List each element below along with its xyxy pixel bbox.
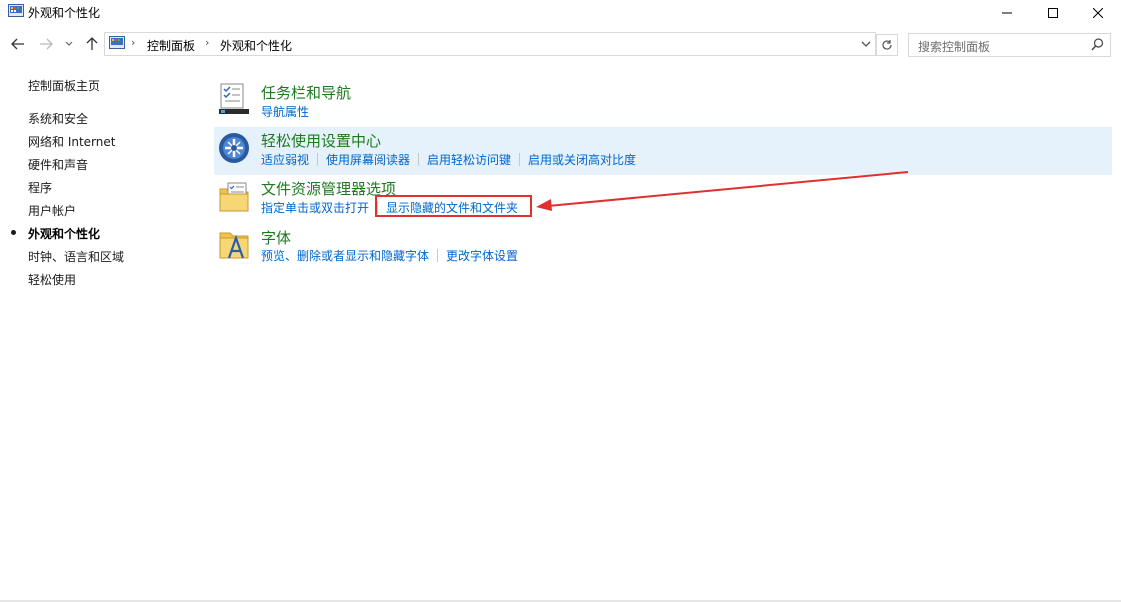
navigation-bar: › 控制面板 › 外观和个性化 搜索控制面板 — [0, 30, 1121, 58]
link-divider — [418, 153, 420, 166]
search-input[interactable]: 搜索控制面板 — [908, 33, 1111, 57]
link-high-contrast[interactable]: 启用或关闭高对比度 — [528, 151, 636, 168]
category-links-ease-of-access: 适应弱视 使用屏幕阅读器 启用轻松访问键 启用或关闭高对比度 — [261, 151, 636, 168]
fonts-icon — [219, 232, 249, 259]
arrow-up-icon — [86, 37, 98, 50]
link-screen-reader[interactable]: 使用屏幕阅读器 — [326, 151, 410, 168]
back-button[interactable] — [8, 34, 28, 54]
link-divider — [519, 153, 521, 166]
address-bar[interactable]: › 控制面板 › 外观和个性化 — [104, 32, 876, 56]
breadcrumb-control-panel[interactable]: 控制面板 — [147, 37, 195, 54]
sidebar-item-clock-region[interactable]: 时钟、语言和区域 — [28, 248, 124, 265]
breadcrumb-separator-icon[interactable]: › — [205, 36, 209, 49]
link-divider — [437, 249, 439, 262]
close-button[interactable] — [1075, 0, 1121, 26]
link-preview-fonts[interactable]: 预览、删除或者显示和隐藏字体 — [261, 247, 429, 264]
category-links-taskbar: 导航属性 — [261, 103, 309, 120]
search-icon[interactable] — [1091, 38, 1104, 51]
category-fonts: 字体 预览、删除或者显示和隐藏字体 更改字体设置 — [214, 224, 1112, 270]
control-panel-icon — [109, 36, 125, 49]
minimize-button[interactable] — [984, 0, 1030, 26]
maximize-button[interactable] — [1030, 0, 1076, 26]
sidebar-item-appearance: 外观和个性化 — [28, 227, 101, 241]
sidebar-item-home[interactable]: 控制面板主页 — [28, 77, 100, 94]
category-title-taskbar[interactable]: 任务栏和导航 — [261, 82, 351, 103]
link-navigation-properties[interactable]: 导航属性 — [261, 103, 309, 120]
control-panel-icon — [8, 4, 24, 17]
sidebar-item-user-accounts[interactable]: 用户帐户 — [28, 202, 76, 219]
sidebar-item-network[interactable]: 网络和 Internet — [28, 133, 115, 150]
taskbar-icon — [219, 83, 249, 114]
breadcrumb-appearance[interactable]: 外观和个性化 — [220, 37, 292, 54]
arrow-left-icon — [11, 38, 24, 50]
search-placeholder: 搜索控制面板 — [918, 40, 991, 54]
minimize-icon — [1002, 12, 1012, 14]
link-single-double-click[interactable]: 指定单击或双击打开 — [261, 199, 369, 216]
category-title-fonts[interactable]: 字体 — [261, 227, 291, 248]
annotation-highlight-box — [375, 195, 532, 217]
link-change-font-settings[interactable]: 更改字体设置 — [446, 247, 518, 264]
sidebar-item-ease-of-access[interactable]: 轻松使用 — [28, 271, 76, 288]
up-button[interactable] — [82, 34, 102, 54]
link-low-vision[interactable]: 适应弱视 — [261, 151, 309, 168]
category-links-fonts: 预览、删除或者显示和隐藏字体 更改字体设置 — [261, 247, 518, 264]
ease-of-access-icon — [219, 133, 249, 163]
link-divider — [317, 153, 319, 166]
close-icon — [1093, 8, 1103, 18]
category-taskbar: 任务栏和导航 导航属性 — [214, 78, 1112, 124]
refresh-icon — [882, 40, 892, 50]
chevron-down-icon[interactable] — [859, 37, 873, 51]
link-access-keys[interactable]: 启用轻松访问键 — [427, 151, 511, 168]
sidebar-item-hardware-sound[interactable]: 硬件和声音 — [28, 156, 88, 173]
window-title: 外观和个性化 — [28, 6, 101, 20]
chevron-down-icon — [65, 41, 73, 46]
arrow-right-icon — [40, 38, 53, 50]
maximize-icon — [1048, 8, 1058, 18]
refresh-button[interactable] — [876, 34, 898, 56]
folder-options-icon — [219, 182, 249, 212]
sidebar-item-programs[interactable]: 程序 — [28, 179, 52, 196]
sidebar-item-system-security[interactable]: 系统和安全 — [28, 110, 88, 127]
forward-button[interactable] — [36, 34, 56, 54]
current-item-bullet — [11, 230, 16, 235]
title-bar: 外观和个性化 — [0, 0, 1121, 26]
recent-locations-button[interactable] — [61, 34, 77, 54]
category-title-ease-of-access[interactable]: 轻松使用设置中心 — [261, 130, 381, 151]
annotation-arrow-icon — [536, 171, 909, 211]
breadcrumb-separator-icon[interactable]: › — [131, 36, 135, 49]
